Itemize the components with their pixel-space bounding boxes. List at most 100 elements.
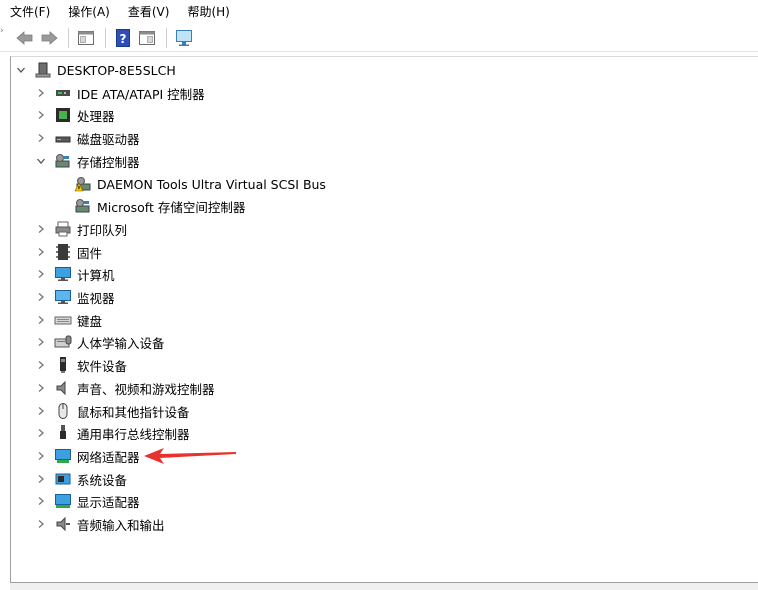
tree-item-label: 存储控制器 bbox=[77, 154, 140, 170]
toolbar-separator bbox=[105, 27, 106, 48]
menu-action[interactable]: 操作(A) bbox=[68, 3, 110, 20]
help-button[interactable]: ? bbox=[112, 27, 134, 49]
tree-item-label: 网络适配器 bbox=[77, 449, 140, 465]
chevron-right-icon[interactable] bbox=[34, 104, 48, 126]
menu-help[interactable]: 帮助(H) bbox=[187, 3, 229, 20]
tree-root[interactable]: DESKTOP-8E5SLCH bbox=[14, 59, 176, 81]
tree-item-label: 处理器 bbox=[77, 108, 115, 124]
tree-item-label: IDE ATA/ATAPI 控制器 bbox=[77, 86, 205, 102]
tree-item-label: 系统设备 bbox=[77, 472, 128, 488]
chevron-right-icon[interactable] bbox=[34, 377, 48, 399]
tree-item[interactable]: 计算机 bbox=[34, 263, 115, 285]
forward-button[interactable] bbox=[38, 27, 60, 49]
chevron-right-icon[interactable] bbox=[34, 218, 48, 240]
chevron-right-icon[interactable] bbox=[34, 422, 48, 444]
forward-icon bbox=[41, 30, 58, 45]
audio-io-icon bbox=[54, 515, 72, 533]
software-device-icon bbox=[54, 356, 72, 374]
tree-item[interactable]: 打印队列 bbox=[34, 218, 127, 240]
tree-item-label: Microsoft 存储空间控制器 bbox=[97, 199, 246, 215]
tree-item[interactable]: 存储控制器 bbox=[34, 150, 140, 172]
mouse-icon bbox=[54, 402, 72, 420]
tree-item-label: 计算机 bbox=[77, 267, 115, 283]
chevron-down-icon[interactable] bbox=[34, 150, 48, 172]
chevron-right-icon[interactable] bbox=[34, 490, 48, 512]
tree-item[interactable]: 软件设备 bbox=[34, 354, 127, 376]
tree-item[interactable]: 系统设备 bbox=[34, 468, 127, 490]
tree-item[interactable]: 鼠标和其他指针设备 bbox=[34, 400, 190, 422]
tree-item-label: DESKTOP-8E5SLCH bbox=[57, 62, 176, 78]
storage-controller-icon bbox=[54, 152, 72, 170]
hid-icon bbox=[54, 333, 72, 351]
firmware-icon bbox=[54, 243, 72, 261]
tree-item[interactable]: IDE ATA/ATAPI 控制器 bbox=[34, 82, 205, 104]
tree-item-label: 键盘 bbox=[77, 313, 103, 329]
tree-item-label: 磁盘驱动器 bbox=[77, 131, 140, 147]
menu-bar: 文件(F) 操作(A) 查看(V) 帮助(H) bbox=[0, 0, 758, 22]
menu-file[interactable]: 文件(F) bbox=[10, 3, 50, 20]
chevron-right-icon[interactable] bbox=[34, 468, 48, 490]
scan-hardware-button[interactable] bbox=[173, 27, 195, 49]
menu-view[interactable]: 查看(V) bbox=[128, 3, 170, 20]
properties-button[interactable] bbox=[75, 27, 97, 49]
chevron-right-icon[interactable] bbox=[34, 263, 48, 285]
chevron-right-icon[interactable] bbox=[34, 331, 48, 353]
tree-item-label: 鼠标和其他指针设备 bbox=[77, 404, 190, 420]
tree-item[interactable]: 人体学输入设备 bbox=[34, 331, 165, 353]
chevron-right-icon[interactable] bbox=[34, 286, 48, 308]
tree-item[interactable]: 网络适配器 bbox=[34, 445, 140, 467]
usb-icon bbox=[54, 424, 72, 442]
tree-item[interactable]: 磁盘驱动器 bbox=[34, 127, 140, 149]
chevron-right-icon[interactable] bbox=[34, 309, 48, 331]
tree-item[interactable]: 显示适配器 bbox=[34, 490, 140, 512]
chevron-right-icon[interactable] bbox=[34, 513, 48, 535]
tree-item-label: DAEMON Tools Ultra Virtual SCSI Bus bbox=[97, 176, 326, 192]
chevron-right-icon[interactable] bbox=[34, 241, 48, 263]
tree-item[interactable]: 声音、视频和游戏控制器 bbox=[34, 377, 215, 399]
tree-item-label: 监视器 bbox=[77, 290, 115, 306]
monitor-icon bbox=[176, 29, 192, 46]
tree-item[interactable]: 键盘 bbox=[34, 309, 102, 331]
tree-item-label: 显示适配器 bbox=[77, 494, 140, 510]
tree-item-label: 音频输入和输出 bbox=[77, 517, 165, 533]
system-device-icon bbox=[54, 470, 72, 488]
toolbar-separator bbox=[166, 27, 167, 48]
processor-icon bbox=[54, 106, 72, 124]
display-adapter-icon bbox=[54, 492, 72, 510]
tree-item[interactable]: 处理器 bbox=[34, 104, 115, 126]
tree-item-label: 通用串行总线控制器 bbox=[77, 426, 190, 442]
monitor-icon bbox=[54, 288, 72, 306]
tree-child-item[interactable]: Microsoft 存储空间控制器 bbox=[74, 195, 245, 217]
network-adapter-icon bbox=[54, 447, 72, 465]
red-annotation-arrow bbox=[144, 448, 236, 464]
toolbar: ? bbox=[0, 24, 758, 52]
chevron-right-icon[interactable] bbox=[34, 127, 48, 149]
computer-root-icon bbox=[34, 61, 52, 79]
keyboard-icon bbox=[54, 311, 72, 329]
action-pane-button[interactable] bbox=[136, 27, 158, 49]
chevron-right-icon[interactable] bbox=[34, 400, 48, 422]
properties-icon bbox=[78, 30, 94, 45]
svg-text:?: ? bbox=[120, 32, 127, 46]
speaker-icon bbox=[54, 379, 72, 397]
chevron-right-icon[interactable] bbox=[34, 82, 48, 104]
chevron-down-icon[interactable] bbox=[14, 59, 28, 81]
tree-item[interactable]: 监视器 bbox=[34, 286, 115, 308]
chevron-right-icon[interactable] bbox=[34, 445, 48, 467]
computer-icon bbox=[54, 265, 72, 283]
toolbar-separator bbox=[68, 27, 69, 48]
help-icon: ? bbox=[116, 28, 130, 47]
tree-item-label: 软件设备 bbox=[77, 358, 128, 374]
tree-item-label: 人体学输入设备 bbox=[77, 335, 165, 351]
tree-item[interactable]: 通用串行总线控制器 bbox=[34, 422, 190, 444]
storage-controller-icon bbox=[74, 197, 92, 215]
tree-child-item[interactable]: DAEMON Tools Ultra Virtual SCSI Bus bbox=[74, 173, 326, 195]
chevron-right-icon[interactable] bbox=[34, 354, 48, 376]
printer-icon bbox=[54, 220, 72, 238]
ide-controller-icon bbox=[54, 84, 72, 102]
back-button[interactable] bbox=[14, 27, 36, 49]
action-pane-icon bbox=[139, 30, 155, 45]
scsi-warning-icon bbox=[74, 175, 92, 193]
tree-item[interactable]: 音频输入和输出 bbox=[34, 513, 165, 535]
tree-item[interactable]: 固件 bbox=[34, 241, 102, 263]
